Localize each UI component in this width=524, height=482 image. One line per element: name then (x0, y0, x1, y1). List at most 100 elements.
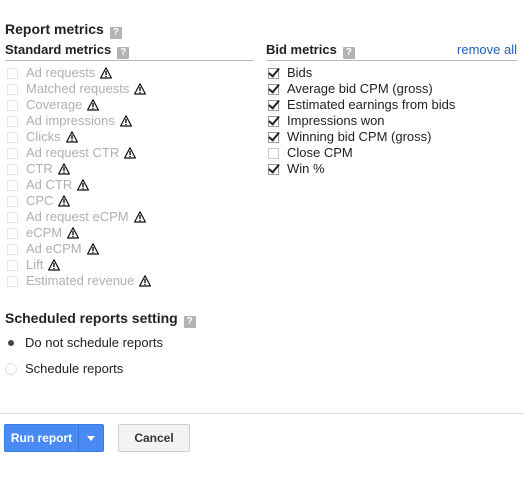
radio-schedule-reports[interactable]: Schedule reports (5, 361, 123, 376)
radio-button-selected[interactable] (5, 336, 17, 349)
standard-metric-item: Ad request eCPM (5, 209, 254, 225)
standard-metric-item: CTR (5, 161, 254, 177)
cancel-button[interactable]: Cancel (118, 424, 190, 452)
standard-metric-item: Ad impressions (5, 113, 254, 129)
bid-metric-label: Winning bid CPM (gross) (287, 129, 432, 144)
checkbox (7, 195, 18, 207)
bid-metric-label: Bids (287, 65, 313, 80)
warning-icon (139, 275, 152, 287)
standard-metric-item: Ad requests (5, 65, 254, 81)
standard-metrics-list: Ad requests Matched requests Coverage Ad im… (5, 61, 254, 289)
bid-metric-label: Estimated earnings from bids (287, 97, 456, 112)
checkbox (7, 163, 18, 175)
standard-metric-label: Coverage (26, 97, 83, 112)
standard-metric-item: Ad CTR (5, 177, 254, 193)
bid-metric-item[interactable]: Impressions won (266, 113, 517, 129)
standard-metric-item: Ad request CTR (5, 145, 254, 161)
standard-metric-label: Clicks (26, 129, 61, 144)
standard-metric-label: CPC (26, 193, 54, 208)
bid-metric-label: Impressions won (287, 113, 385, 128)
standard-metric-label: Ad request CTR (26, 145, 120, 160)
radio-label: Schedule reports (25, 361, 124, 376)
warning-icon (58, 195, 71, 207)
standard-metric-item: eCPM (5, 225, 254, 241)
checkbox (7, 83, 18, 95)
standard-metric-label: Ad eCPM (26, 241, 82, 256)
standard-metric-label: CTR (26, 161, 53, 176)
bid-metric-item[interactable]: Estimated earnings from bids (266, 97, 517, 113)
warning-icon (48, 259, 61, 271)
bid-metric-item[interactable]: Average bid CPM (gross) (266, 81, 517, 97)
chevron-down-icon[interactable] (79, 425, 103, 451)
checkbox[interactable] (268, 163, 279, 175)
warning-icon (100, 67, 113, 79)
help-icon[interactable]: ? (183, 316, 196, 328)
bid-metric-item[interactable]: Bids (266, 65, 517, 81)
report-metrics-title: Report metrics? (5, 21, 122, 39)
standard-metric-item: CPC (5, 193, 254, 209)
bid-metric-label: Close CPM (287, 145, 353, 160)
checkbox (7, 243, 18, 255)
standard-metric-label: Ad CTR (26, 177, 73, 192)
standard-metric-item: Estimated revenue (5, 273, 254, 289)
standard-metric-item: Ad eCPM (5, 241, 254, 257)
checkbox (7, 259, 18, 271)
help-icon[interactable]: ? (342, 47, 355, 59)
checkbox (7, 115, 18, 127)
warning-icon (124, 147, 137, 159)
checkbox[interactable] (268, 147, 279, 159)
bid-metric-item[interactable]: Win % (266, 161, 517, 177)
standard-metric-label: Ad requests (26, 65, 96, 80)
radio-button[interactable] (5, 362, 17, 375)
checkbox (7, 227, 18, 239)
run-report-label[interactable]: Run report (5, 425, 78, 451)
bid-metrics-header: Bid metrics? remove all (266, 42, 517, 61)
bid-metric-item[interactable]: Close CPM (266, 145, 517, 161)
warning-icon (87, 99, 100, 111)
warning-icon (67, 227, 80, 239)
run-report-button[interactable]: Run report (4, 424, 104, 452)
remove-all-link[interactable]: remove all (457, 42, 517, 58)
standard-metrics-header: Standard metrics? (5, 42, 254, 61)
standard-metric-label: Matched requests (26, 81, 130, 96)
bid-metrics-panel: Bid metrics? remove all Bids Average bid … (266, 42, 517, 177)
bid-metrics-title: Bid metrics (266, 42, 337, 57)
radio-do-not-schedule[interactable]: Do not schedule reports (5, 335, 163, 350)
warning-icon (86, 243, 99, 255)
checkbox[interactable] (268, 131, 279, 143)
checkbox (7, 131, 18, 143)
warning-icon (119, 115, 132, 127)
report-metrics-label: Report metrics (5, 21, 104, 37)
help-icon[interactable]: ? (109, 27, 122, 39)
warning-icon (57, 163, 70, 175)
help-icon[interactable]: ? (117, 47, 130, 59)
checkbox (7, 99, 18, 111)
scheduled-reports-label: Scheduled reports setting (5, 310, 178, 326)
checkbox[interactable] (268, 67, 279, 79)
checkbox[interactable] (268, 115, 279, 127)
standard-metrics-panel: Standard metrics? Ad requests Matched req… (5, 42, 254, 289)
checkbox (7, 179, 18, 191)
standard-metric-label: Ad request eCPM (26, 209, 129, 224)
radio-label: Do not schedule reports (25, 335, 164, 350)
standard-metric-item: Lift (5, 257, 254, 273)
standard-metric-item: Matched requests (5, 81, 254, 97)
standard-metric-item: Coverage (5, 97, 254, 113)
bid-metric-label: Win % (287, 161, 325, 176)
scheduled-reports-title: Scheduled reports setting? (5, 310, 196, 328)
checkbox (7, 67, 18, 79)
standard-metrics-title: Standard metrics (5, 42, 112, 57)
checkbox (7, 147, 18, 159)
warning-icon (77, 179, 90, 191)
bid-metrics-list: Bids Average bid CPM (gross) Estimated ear… (266, 61, 517, 177)
standard-metric-label: eCPM (26, 225, 63, 240)
bid-metric-item[interactable]: Winning bid CPM (gross) (266, 129, 517, 145)
warning-icon (133, 211, 146, 223)
warning-icon (65, 131, 78, 143)
checkbox[interactable] (268, 83, 279, 95)
standard-metric-item: Clicks (5, 129, 254, 145)
standard-metric-label: Lift (26, 257, 44, 272)
checkbox (7, 275, 18, 287)
warning-icon (134, 83, 147, 95)
checkbox[interactable] (268, 99, 279, 111)
